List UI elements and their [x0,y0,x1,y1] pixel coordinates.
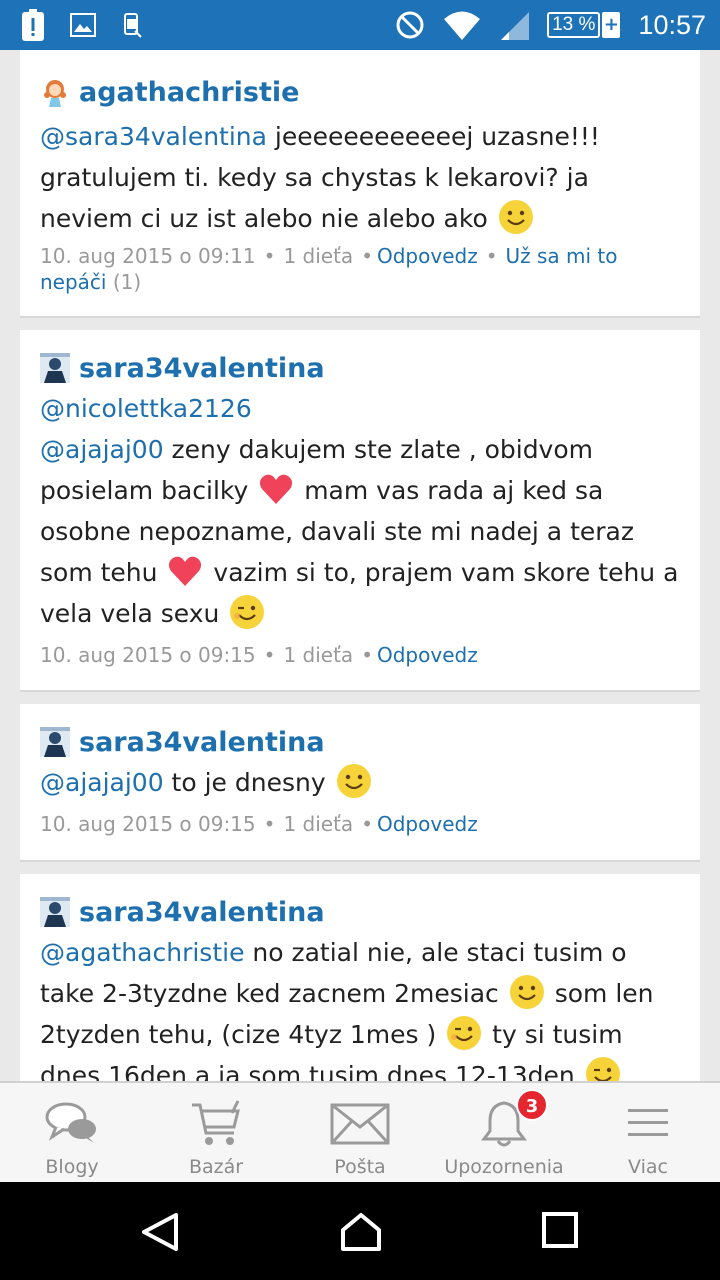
heart-emoji [260,474,293,504]
comment-meta: 10. aug 2015 o 09:15 • 1 dieťa • Odpovedz [40,812,478,836]
comment-meta: 10. aug 2015 o 09:11 • 1 dieťa • Odpovedz • Už… [40,244,618,294]
nav-label: Viac [628,1156,668,1178]
phone-icon [124,13,142,38]
comment-text: to je dnesny [163,768,334,797]
battery-indicator: 13 % + [547,12,621,38]
do-not-disturb-icon [396,11,424,39]
comment-card: sara34valentina @agathachristie no zatia… [20,874,700,1081]
wink-emoji [447,1016,482,1050]
avatar-photo-icon[interactable] [40,727,70,757]
nav-upozornenia[interactable]: 3 Upozornenia [432,1083,576,1182]
nav-bazar[interactable]: Bazár [144,1083,288,1182]
system-navigation-bar [0,1182,720,1280]
smile-emoji [498,200,533,234]
wink-emoji [230,595,265,629]
nav-label: Upozornenia [444,1156,564,1178]
dislike-count: (1) [112,270,142,294]
recents-icon[interactable] [542,1212,578,1248]
avatar-photo-icon[interactable] [40,353,70,383]
comment-card: agathachristie @sara34valentina jeeeeeee… [20,50,700,318]
comment-date: 10. aug 2015 o 09:11 [40,244,256,268]
comment-body: @ajajaj00 to je dnesny [40,762,680,803]
home-icon[interactable] [340,1212,382,1252]
battery-percent: 13 % [547,12,601,38]
reply-link[interactable]: Odpovedz [377,812,478,836]
mention-link[interactable]: @sara34valentina [40,122,267,151]
mention-link[interactable]: @agathachristie [40,938,244,967]
author-name[interactable]: sara34valentina [79,897,325,928]
avatar-girl-icon[interactable] [40,77,70,107]
back-icon[interactable] [140,1212,180,1252]
heart-emoji [169,556,202,586]
comment-card: sara34valentina @ajajaj00 to je dnesny 1… [20,704,700,862]
wifi-icon [444,11,481,40]
comment-meta: 10. aug 2015 o 09:15 • 1 dieťa • Odpovedz [40,643,478,667]
comment-body: @agathachristie no zatial nie, ale staci… [40,932,680,1081]
wink-emoji [585,1057,620,1081]
status-bar: 13 % + 10:57 [0,0,720,50]
avatar-photo-icon[interactable] [40,897,70,927]
author-name[interactable]: agathachristie [79,77,299,108]
shopping-cart-icon [192,1100,240,1145]
reply-link[interactable]: Odpovedz [377,643,478,667]
chat-bubbles-icon [45,1102,96,1143]
nav-viac[interactable]: Viac [576,1083,720,1182]
smile-emoji [509,975,544,1009]
clock: 10:57 [638,9,706,40]
author-name[interactable]: sara34valentina [79,353,325,384]
nav-label: Blogy [45,1156,99,1178]
comment-date: 10. aug 2015 o 09:15 [40,812,256,836]
smile-emoji [336,764,371,798]
image-icon [70,13,96,37]
reply-link[interactable]: Odpovedz [377,244,478,268]
children-count: 1 dieťa [283,244,354,268]
children-count: 1 dieťa [283,812,354,836]
mention-link[interactable]: @ajajaj00 [40,768,164,797]
author-name[interactable]: sara34valentina [79,727,325,758]
comment-feed[interactable]: agathachristie @sara34valentina jeeeeeee… [0,50,720,1081]
mention-link[interactable]: @ajajaj00 [40,435,164,464]
comment-date: 10. aug 2015 o 09:15 [40,643,256,667]
comment-body: @sara34valentina jeeeeeeeeeeeej uzasne!!… [40,116,680,239]
children-count: 1 dieťa [283,643,354,667]
comment-card: sara34valentina @nicolettka2126 @ajajaj0… [20,330,700,692]
nav-label: Pošta [334,1156,386,1178]
signal-icon [501,12,530,40]
envelope-icon [330,1103,390,1145]
comment-body: @nicolettka2126 @ajajaj00 zeny dakujem s… [40,388,680,634]
bottom-navigation: Blogy Bazár Pošta 3 Upozornenia Viac [0,1081,720,1182]
charging-icon: + [602,12,621,38]
notification-badge: 3 [516,1089,548,1121]
menu-icon [628,1109,668,1136]
mention-link[interactable]: @nicolettka2126 [40,394,252,423]
nav-label: Bazár [188,1156,244,1178]
nav-posta[interactable]: Pošta [288,1083,432,1182]
alert-icon [22,9,44,41]
nav-blogy[interactable]: Blogy [0,1083,144,1182]
